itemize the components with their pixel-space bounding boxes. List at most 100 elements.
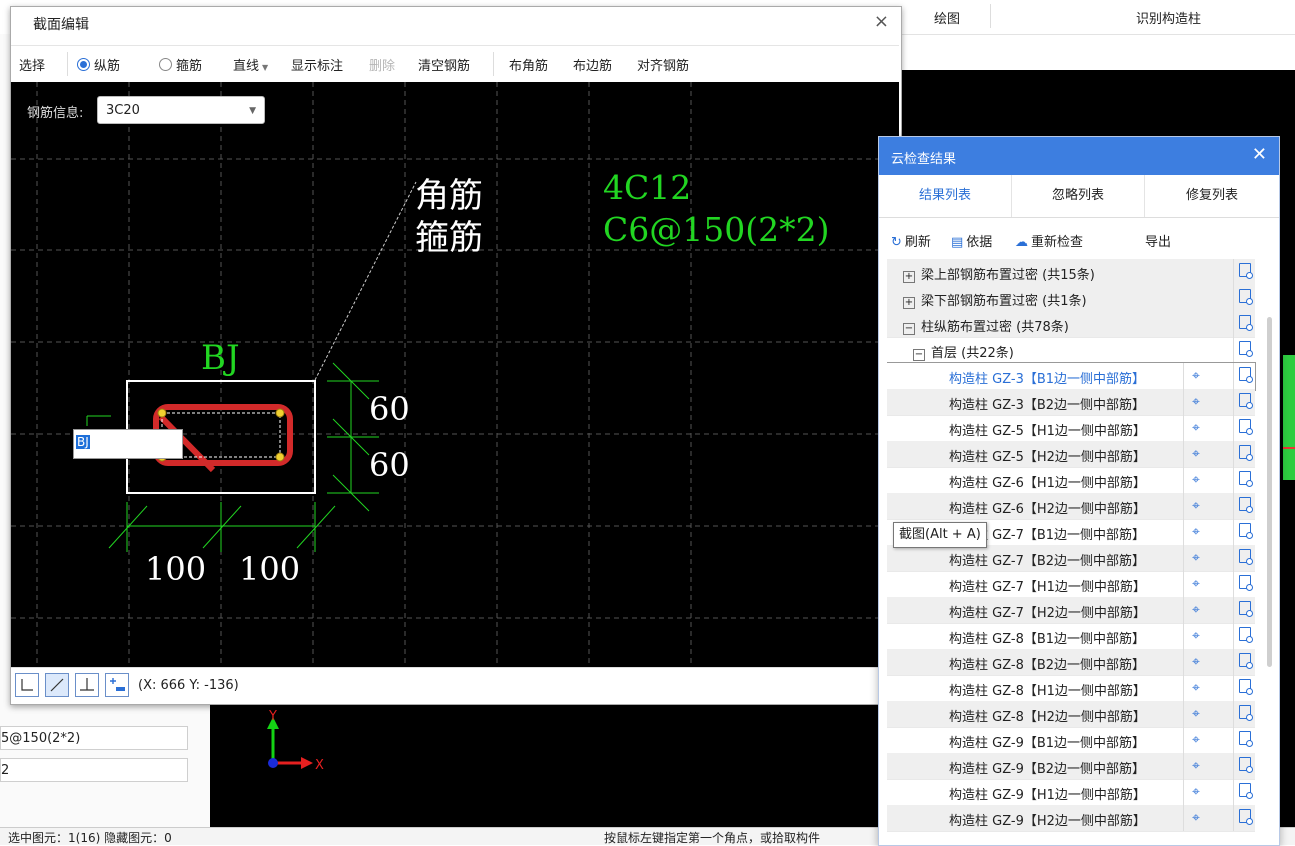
- result-item[interactable]: 构造柱 GZ-8【B2边一侧中部筋】 ⌖: [887, 649, 1255, 676]
- radio-longitudinal[interactable]: 纵筋: [77, 55, 120, 74]
- line-mode-dropdown[interactable]: 直线 ▼: [233, 55, 268, 74]
- collapse-icon[interactable]: −: [903, 323, 915, 335]
- radio-stirrup[interactable]: 箍筋: [159, 55, 202, 74]
- locate-icon[interactable]: ⌖: [1183, 753, 1208, 779]
- menu-draw[interactable]: 绘图: [934, 8, 960, 27]
- expand-icon[interactable]: +: [903, 271, 915, 283]
- section-name-input[interactable]: BJ: [73, 429, 183, 459]
- document-icon[interactable]: [1233, 519, 1256, 545]
- document-icon[interactable]: [1233, 493, 1256, 519]
- document-icon[interactable]: [1233, 259, 1256, 285]
- perpendicular-mode-button[interactable]: [75, 673, 99, 697]
- result-item[interactable]: 构造柱 GZ-6【H1边一侧中部筋】 ⌖: [887, 467, 1255, 494]
- document-icon[interactable]: [1233, 727, 1256, 753]
- corner-rebar-button[interactable]: 布角筋: [509, 55, 548, 74]
- locate-icon[interactable]: ⌖: [1183, 467, 1208, 493]
- expand-icon[interactable]: +: [903, 297, 915, 309]
- refresh-button[interactable]: ↻ 刷新: [891, 231, 931, 250]
- locate-icon[interactable]: ⌖: [1183, 519, 1208, 545]
- document-icon[interactable]: [1233, 753, 1256, 779]
- value-corner-rebar[interactable]: 4C12: [603, 168, 691, 207]
- section-canvas[interactable]: 角筋 箍筋 4C12 C6@150(2*2) BJ 60 60 100 100 …: [11, 82, 899, 667]
- result-item[interactable]: 构造柱 GZ-8【H2边一侧中部筋】 ⌖: [887, 701, 1255, 728]
- document-icon[interactable]: [1233, 675, 1256, 701]
- property-field-stirrup[interactable]: 5@150(2*2): [0, 726, 188, 750]
- locate-icon[interactable]: ⌖: [1183, 597, 1208, 623]
- locate-icon[interactable]: ⌖: [1183, 415, 1208, 441]
- snap-mode-button[interactable]: [105, 673, 129, 697]
- locate-icon[interactable]: ⌖: [1183, 623, 1208, 649]
- recheck-button[interactable]: ☁ 重新检查: [1015, 231, 1083, 250]
- property-field-value[interactable]: 2: [0, 758, 188, 782]
- tab-ignored[interactable]: 忽略列表: [1012, 175, 1145, 217]
- result-item[interactable]: 构造柱 GZ-9【H2边一侧中部筋】 ⌖: [887, 805, 1255, 832]
- document-icon[interactable]: [1233, 415, 1256, 441]
- tab-fixed[interactable]: 修复列表: [1145, 175, 1279, 217]
- document-icon[interactable]: [1233, 363, 1256, 389]
- document-icon[interactable]: [1233, 623, 1256, 649]
- menu-identify-column[interactable]: 识别构造柱: [1136, 8, 1201, 27]
- locate-icon[interactable]: ⌖: [1183, 779, 1208, 805]
- locate-icon[interactable]: ⌖: [1183, 727, 1208, 753]
- locate-icon[interactable]: ⌖: [1183, 545, 1208, 571]
- document-icon[interactable]: [1233, 441, 1256, 467]
- oblique-mode-button[interactable]: [45, 673, 69, 697]
- orthogonal-mode-button[interactable]: [15, 673, 39, 697]
- result-item[interactable]: 构造柱 GZ-9【B1边一侧中部筋】 ⌖: [887, 727, 1255, 754]
- edge-rebar-button[interactable]: 布边筋: [573, 55, 612, 74]
- value-stirrup[interactable]: C6@150(2*2): [603, 210, 829, 249]
- align-rebar-button[interactable]: 对齐钢筋: [637, 55, 689, 74]
- locate-icon[interactable]: ⌖: [1183, 363, 1208, 389]
- locate-icon[interactable]: ⌖: [1183, 701, 1208, 727]
- show-annotation-button[interactable]: 显示标注: [291, 55, 343, 74]
- locate-icon[interactable]: ⌖: [1183, 493, 1208, 519]
- result-item[interactable]: 构造柱 GZ-5【H1边一侧中部筋】 ⌖: [887, 415, 1255, 442]
- result-item[interactable]: 构造柱 GZ-9【H1边一侧中部筋】 ⌖: [887, 779, 1255, 806]
- close-icon[interactable]: ✕: [1252, 144, 1267, 165]
- document-icon[interactable]: [1233, 805, 1256, 831]
- tree-group[interactable]: − 柱纵筋布置过密 (共78条): [887, 311, 1255, 338]
- document-icon[interactable]: [1233, 285, 1256, 311]
- scrollbar[interactable]: [1267, 317, 1272, 667]
- document-icon[interactable]: [1233, 701, 1256, 727]
- locate-icon[interactable]: ⌖: [1183, 441, 1208, 467]
- section-name-label[interactable]: BJ: [201, 338, 240, 378]
- result-item[interactable]: 构造柱 GZ-3【B2边一侧中部筋】 ⌖: [887, 389, 1255, 416]
- document-icon[interactable]: [1233, 337, 1256, 363]
- tab-results[interactable]: 结果列表: [879, 175, 1012, 217]
- result-item[interactable]: 构造柱 GZ-8【B1边一侧中部筋】 ⌖: [887, 623, 1255, 650]
- delete-button[interactable]: 删除: [369, 55, 395, 74]
- document-icon[interactable]: [1233, 467, 1256, 493]
- export-button[interactable]: 导出: [1145, 231, 1171, 250]
- result-item[interactable]: 构造柱 GZ-8【H1边一侧中部筋】 ⌖: [887, 675, 1255, 702]
- locate-icon[interactable]: ⌖: [1183, 649, 1208, 675]
- document-icon[interactable]: [1233, 571, 1256, 597]
- dialog-close-icon[interactable]: ×: [874, 11, 889, 32]
- basis-button[interactable]: ▤ 依据: [951, 231, 992, 250]
- rebar-info-select[interactable]: 3C20 ▼: [97, 96, 265, 124]
- result-item[interactable]: 构造柱 GZ-9【B2边一侧中部筋】 ⌖: [887, 753, 1255, 780]
- clear-rebar-button[interactable]: 清空钢筋: [418, 55, 470, 74]
- document-icon[interactable]: [1233, 597, 1256, 623]
- locate-icon[interactable]: ⌖: [1183, 571, 1208, 597]
- result-item[interactable]: 构造柱 GZ-7【H1边一侧中部筋】 ⌖: [887, 571, 1255, 598]
- axis-indicator: Y X: [267, 709, 324, 773]
- locate-icon[interactable]: ⌖: [1183, 389, 1208, 415]
- collapse-icon[interactable]: −: [913, 349, 925, 361]
- tree-floor[interactable]: − 首层 (共22条): [887, 337, 1255, 364]
- locate-icon[interactable]: ⌖: [1183, 675, 1208, 701]
- locate-icon[interactable]: ⌖: [1183, 805, 1208, 831]
- document-icon[interactable]: [1233, 649, 1256, 675]
- document-icon[interactable]: [1233, 311, 1256, 337]
- result-item[interactable]: 构造柱 GZ-3【B1边一侧中部筋】 ⌖: [887, 362, 1256, 391]
- tree-group[interactable]: + 梁上部钢筋布置过密 (共15条): [887, 259, 1255, 286]
- result-item[interactable]: 构造柱 GZ-7【B2边一侧中部筋】 ⌖: [887, 545, 1255, 572]
- document-icon[interactable]: [1233, 545, 1256, 571]
- result-item[interactable]: 构造柱 GZ-7【H2边一侧中部筋】 ⌖: [887, 597, 1255, 624]
- document-icon[interactable]: [1233, 779, 1256, 805]
- result-item[interactable]: 构造柱 GZ-6【H2边一侧中部筋】 ⌖: [887, 493, 1255, 520]
- select-button[interactable]: 选择: [19, 55, 45, 74]
- result-item[interactable]: 构造柱 GZ-5【H2边一侧中部筋】 ⌖: [887, 441, 1255, 468]
- document-icon[interactable]: [1233, 389, 1256, 415]
- tree-group[interactable]: + 梁下部钢筋布置过密 (共1条): [887, 285, 1255, 312]
